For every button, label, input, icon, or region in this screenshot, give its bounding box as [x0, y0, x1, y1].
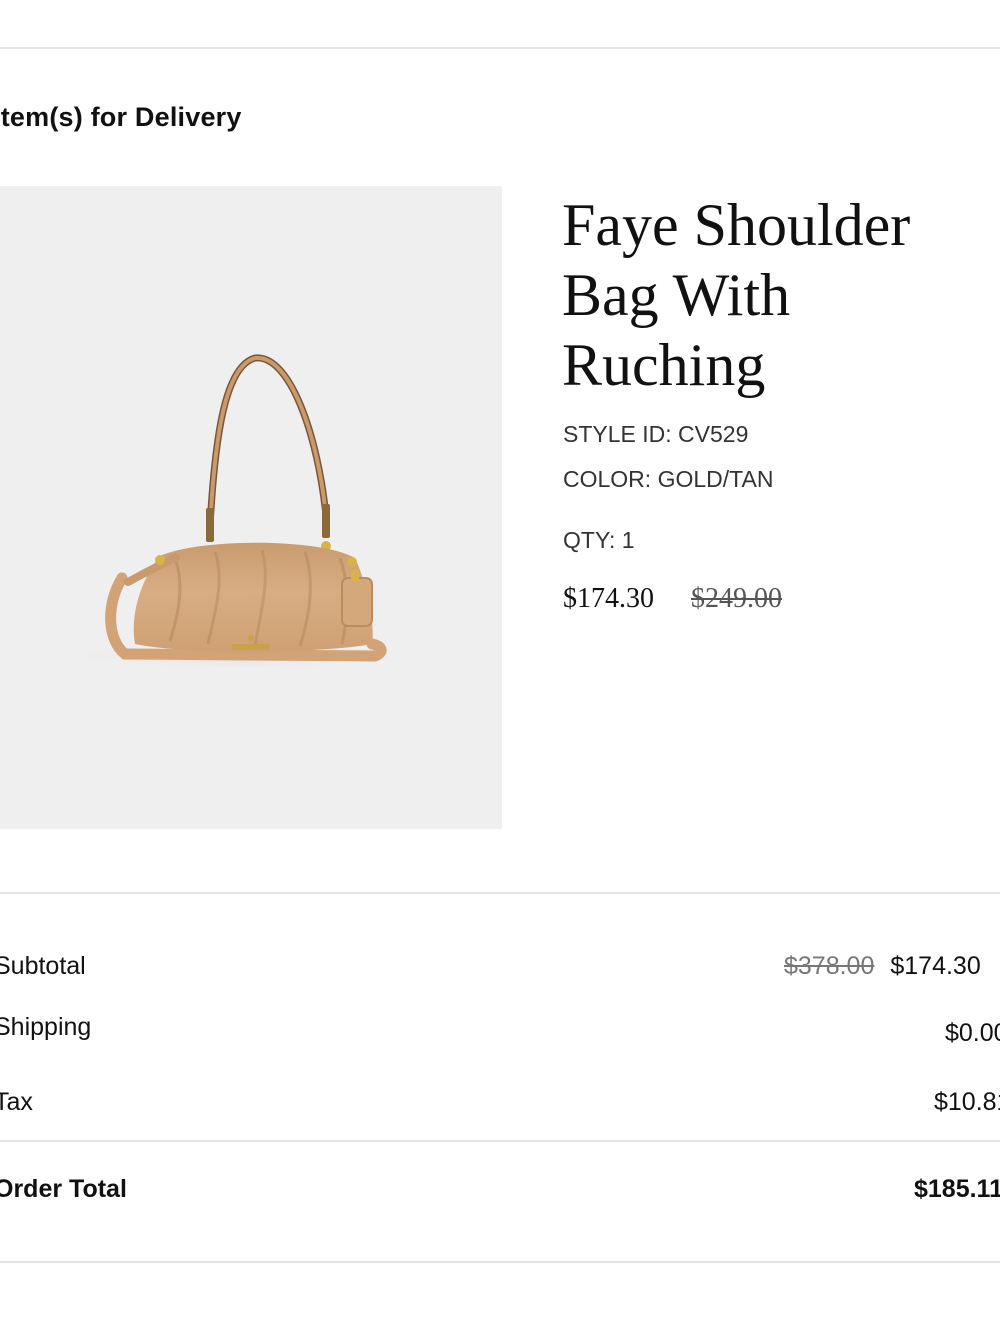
shipping-value-row: $0.00 [0, 1019, 1000, 1053]
top-divider [0, 47, 1000, 49]
product-name[interactable]: Faye Shoulder Bag With Ruching [562, 190, 982, 400]
subtotal-value: $174.30 [890, 952, 981, 980]
sale-price: $174.30 [563, 583, 654, 614]
original-price: $249.00 [691, 583, 782, 614]
section-title: Item(s) for Delivery [0, 102, 242, 132]
order-total-value: $185.11 [914, 1175, 1000, 1203]
product-image[interactable] [0, 186, 502, 829]
color: COLOR: GOLD/TAN [563, 466, 774, 492]
price-row: $174.30 $249.00 [563, 583, 782, 615]
tax-value: $10.81 [934, 1088, 1000, 1116]
tax-value-row: $10.81 [0, 1088, 1000, 1122]
bag-illustration [60, 354, 420, 670]
bottom-divider [0, 1261, 1000, 1263]
items-divider [0, 892, 1000, 894]
shipping-value: $0.00 [945, 1019, 1000, 1047]
subtotal-original: $378.00 [784, 952, 875, 980]
summary-divider [0, 1140, 1000, 1142]
style-id: STYLE ID: CV529 [563, 421, 749, 447]
subtotal-value-row: $378.00 $174.30 [0, 952, 1000, 986]
order-total-value-row: $185.11 [0, 1175, 1000, 1209]
quantity: QTY: 1 [563, 527, 635, 553]
